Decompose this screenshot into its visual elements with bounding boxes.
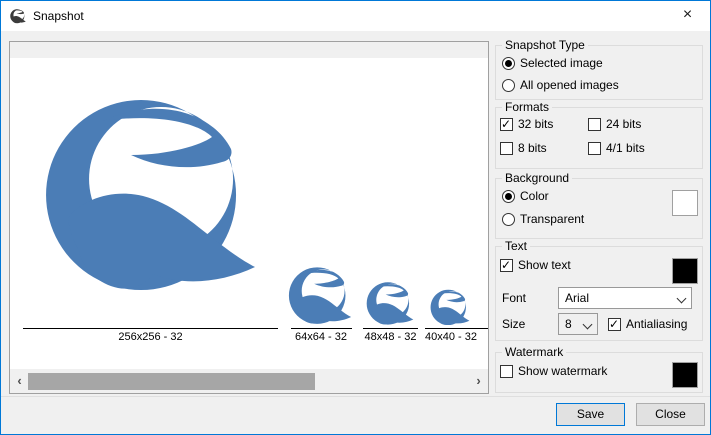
scroll-left-icon[interactable]: ‹ (11, 372, 28, 391)
scroll-right-icon[interactable]: › (470, 372, 487, 391)
group-title: Snapshot Type (502, 38, 588, 52)
checkbox-icon[interactable] (500, 365, 513, 378)
radio-label: Selected image (520, 56, 603, 70)
radio-icon[interactable] (502, 79, 515, 92)
checkbox-8-bits[interactable]: 8 bits (500, 141, 547, 155)
size-select-value: 8 (565, 317, 572, 331)
chevron-down-icon (677, 294, 687, 304)
image-caption: 40x40 - 32 (413, 331, 488, 343)
checkbox-label: 24 bits (606, 117, 641, 131)
checkbox-label: Antialiasing (626, 317, 687, 331)
checkbox-label: 8 bits (518, 141, 547, 155)
checkbox-icon[interactable] (608, 318, 621, 331)
chevron-down-icon (583, 320, 593, 330)
close-icon[interactable]: × (665, 1, 710, 31)
font-select[interactable]: Arial (558, 287, 692, 309)
group-snapshot-type: Snapshot Type Selected image All opened … (495, 45, 703, 100)
group-formats: Formats 32 bits 24 bits 8 bits 4/1 bits (495, 107, 703, 169)
logo-image-48 (366, 279, 414, 327)
radio-icon[interactable] (502, 213, 515, 226)
size-select[interactable]: 8 (558, 313, 598, 335)
text-color-swatch[interactable] (672, 258, 698, 284)
footer-bar: Save Close (1, 396, 710, 434)
horizontal-scrollbar[interactable]: ‹ › (11, 372, 487, 391)
group-title: Formats (502, 100, 552, 114)
group-watermark: Watermark Show watermark (495, 352, 703, 393)
group-background: Background Color Transparent (495, 178, 703, 239)
title-bar: Snapshot × (1, 1, 710, 31)
checkbox-24-bits[interactable]: 24 bits (588, 117, 641, 131)
window-title: Snapshot (33, 9, 84, 23)
snapshot-dialog: Snapshot × 256x256 - 32 64x64 - 32 48x48… (0, 0, 711, 435)
radio-selected-image[interactable]: Selected image (502, 56, 603, 70)
checkbox-show-text[interactable]: Show text (500, 258, 571, 272)
divider (291, 328, 352, 329)
radio-icon[interactable] (502, 57, 515, 70)
preview-panel: 256x256 - 32 64x64 - 32 48x48 - 32 40x40… (9, 41, 489, 394)
radio-all-opened-images[interactable]: All opened images (502, 78, 619, 92)
logo-image-40 (430, 287, 470, 327)
scrollbar-thumb[interactable] (28, 373, 315, 390)
save-button[interactable]: Save (556, 403, 625, 426)
logo-image-256 (38, 93, 263, 293)
checkbox-label: 32 bits (518, 117, 553, 131)
checkbox-antialiasing[interactable]: Antialiasing (608, 317, 687, 331)
checkbox-label: 4/1 bits (606, 141, 645, 155)
group-title: Text (502, 239, 530, 253)
logo-image-64 (288, 263, 352, 327)
background-color-swatch[interactable] (672, 190, 698, 216)
radio-icon[interactable] (502, 190, 515, 203)
group-title: Watermark (502, 345, 566, 359)
checkbox-icon[interactable] (500, 259, 513, 272)
radio-label: All opened images (520, 78, 619, 92)
size-label: Size (502, 317, 525, 331)
checkbox-label: Show text (518, 258, 571, 272)
checkbox-icon[interactable] (588, 118, 601, 131)
checkbox-icon[interactable] (500, 118, 513, 131)
watermark-color-swatch[interactable] (672, 362, 698, 388)
font-select-value: Arial (565, 291, 589, 305)
checkbox-32-bits[interactable]: 32 bits (500, 117, 553, 131)
group-text: Text Show text Font Arial Size 8 Antiali… (495, 246, 703, 341)
group-title: Background (502, 171, 572, 185)
checkbox-4-1-bits[interactable]: 4/1 bits (588, 141, 645, 155)
checkbox-show-watermark[interactable]: Show watermark (500, 364, 607, 378)
preview-canvas: 256x256 - 32 64x64 - 32 48x48 - 32 40x40… (10, 58, 488, 369)
radio-background-color[interactable]: Color (502, 189, 549, 203)
divider (23, 328, 278, 329)
divider (425, 328, 488, 329)
app-logo-icon (10, 8, 26, 24)
radio-background-transparent[interactable]: Transparent (502, 212, 584, 226)
radio-label: Transparent (520, 212, 584, 226)
checkbox-icon[interactable] (500, 142, 513, 155)
checkbox-icon[interactable] (588, 142, 601, 155)
divider (363, 328, 418, 329)
checkbox-label: Show watermark (518, 364, 607, 378)
font-label: Font (502, 291, 526, 305)
close-button[interactable]: Close (636, 403, 705, 426)
radio-label: Color (520, 189, 549, 203)
image-caption: 256x256 - 32 (23, 331, 278, 343)
